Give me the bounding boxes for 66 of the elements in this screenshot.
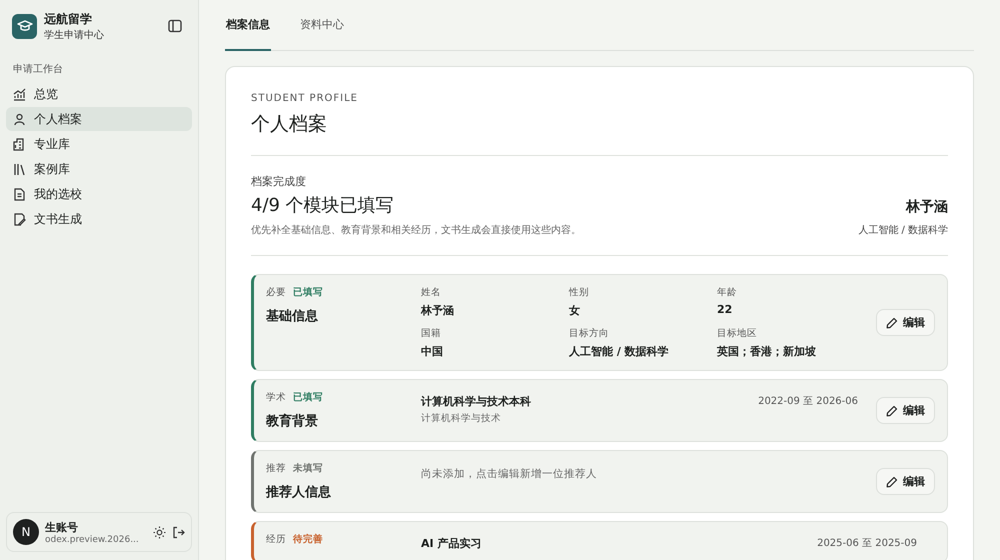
field-label: 性别 [569,286,590,299]
avatar[interactable]: N [13,519,39,545]
sidebar-toggle-icon[interactable] [168,19,182,33]
progress-text: 4/9 个模块已填写 [251,194,395,217]
field-value: 人工智能 / 数据科学 [569,344,670,359]
field-value: 女 [569,303,581,318]
books-icon [13,162,26,176]
pencil-icon [886,476,898,488]
nav-item[interactable]: 专业库 [6,132,192,156]
category-label: 学术 [266,391,286,404]
account-email: odex.preview.2026... [45,534,140,544]
edit-button[interactable]: 编辑 [876,468,935,495]
student-name: 林予涵 [906,198,948,216]
field-value: 22 [717,303,734,316]
edit-button[interactable]: 编辑 [876,309,935,336]
status-label: 已填写 [293,391,323,404]
user-icon [13,112,26,126]
student-direction: 人工智能 / 数据科学 [858,224,948,237]
logout-icon[interactable] [172,526,185,538]
nav-section-label: 申请工作台 [13,62,64,76]
status-label: 待完善 [293,533,323,546]
status-label: 未填写 [293,462,323,475]
pencil-icon [886,316,898,328]
empty-note: 尚未添加，点击编辑新增一位推荐人 [421,468,597,480]
field-value: 中国 [421,344,444,359]
chart-icon [13,88,26,100]
hint-text: 优先补全基础信息、教育背景和相关经历，文书生成会直接使用这些内容。 [251,224,581,237]
field-label: 年龄 [717,286,738,299]
date-range: 2022-09 至 2026-06 [758,395,858,409]
field-value: 林予涵 [421,303,455,318]
brand-subtitle: 学生申请中心 [44,28,105,42]
date-range: 2025-06 至 2025-09 [817,537,917,551]
building-icon [13,138,26,150]
tab[interactable]: 资料中心 [299,0,345,51]
entry-title: 计算机科学与技术本科 [421,394,531,409]
pencil-icon [886,404,898,416]
eyebrow-label: STUDENT PROFILE [251,93,360,104]
progress-label: 档案完成度 [251,174,307,189]
account-name: 生账号 [45,520,79,534]
document-pen-icon [13,212,26,226]
nav-item[interactable]: 总览 [6,82,192,106]
status-label: 已填写 [293,286,323,299]
entry-subtitle: 计算机科学与技术 [421,412,502,425]
sun-icon[interactable] [153,526,166,538]
document-icon [13,188,26,200]
graduation-cap-logo [12,14,37,38]
nav-item[interactable]: 文书生成 [6,207,192,231]
section-title: 教育背景 [266,412,319,430]
entry-title: AI 产品实习 [421,536,482,551]
category-label: 推荐 [266,462,286,475]
section-title: 推荐人信息 [266,484,332,501]
brand-name: 远航留学 [44,10,93,28]
nav-item[interactable]: 我的选校 [6,182,192,206]
field-label: 目标地区 [717,327,758,340]
field-value: 英国；香港；新加坡 [717,344,817,359]
nav-item[interactable]: 个人档案 [6,107,192,131]
tab[interactable]: 档案信息 [225,0,271,51]
field-label: 目标方向 [569,327,610,340]
category-label: 必要 [266,286,286,299]
edit-button[interactable]: 编辑 [876,397,935,424]
field-label: 姓名 [421,286,442,299]
section-title: 基础信息 [266,308,319,325]
category-label: 经历 [266,533,286,546]
page-title: 个人档案 [251,112,328,137]
field-label: 国籍 [421,327,442,340]
nav-item[interactable]: 案例库 [6,157,192,181]
